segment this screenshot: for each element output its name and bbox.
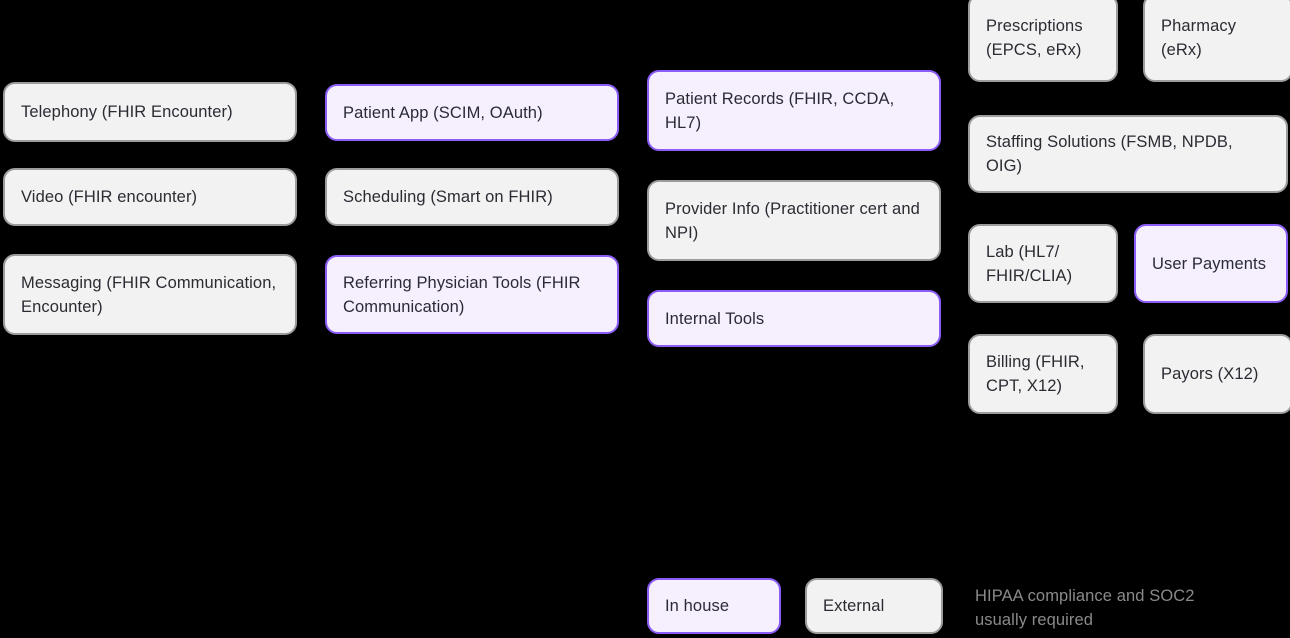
node-lab[interactable]: Lab (HL7/ FHIR/CLIA) bbox=[968, 224, 1118, 303]
node-patient-app[interactable]: Patient App (SCIM, OAuth) bbox=[325, 84, 619, 141]
node-scheduling[interactable]: Scheduling (Smart on FHIR) bbox=[325, 168, 619, 226]
node-billing[interactable]: Billing (FHIR, CPT, X12) bbox=[968, 334, 1118, 414]
diagram-canvas: Telephony (FHIR Encounter) Video (FHIR en… bbox=[0, 0, 1290, 638]
node-provider-info[interactable]: Provider Info (Practitioner cert and NPI… bbox=[647, 180, 941, 261]
legend-in-house: In house bbox=[647, 578, 781, 634]
node-messaging[interactable]: Messaging (FHIR Communication, Encounter… bbox=[3, 254, 297, 335]
node-staffing-solutions[interactable]: Staffing Solutions (FSMB, NPDB, OIG) bbox=[968, 115, 1288, 193]
node-internal-tools[interactable]: Internal Tools bbox=[647, 290, 941, 347]
node-payors[interactable]: Payors (X12) bbox=[1143, 334, 1290, 414]
node-video[interactable]: Video (FHIR encounter) bbox=[3, 168, 297, 226]
node-prescriptions[interactable]: Prescriptions (EPCS, eRx) bbox=[968, 0, 1118, 82]
compliance-note: HIPAA compliance and SOC2 usually requir… bbox=[975, 587, 1195, 629]
node-pharmacy[interactable]: Pharmacy (eRx) bbox=[1143, 0, 1290, 82]
node-patient-records[interactable]: Patient Records (FHIR, CCDA, HL7) bbox=[647, 70, 941, 151]
legend-external: External bbox=[805, 578, 943, 634]
node-user-payments[interactable]: User Payments bbox=[1134, 224, 1288, 303]
node-referring-physician-tools[interactable]: Referring Physician Tools (FHIR Communic… bbox=[325, 255, 619, 334]
node-telephony[interactable]: Telephony (FHIR Encounter) bbox=[3, 82, 297, 142]
